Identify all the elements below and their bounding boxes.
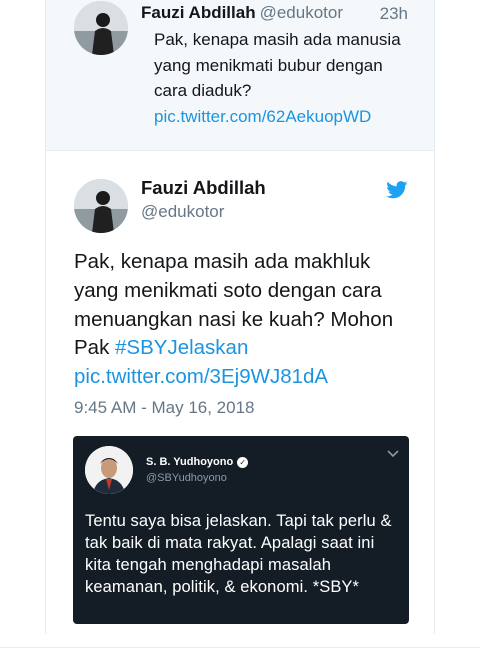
reply-header: Fauzi Abdillah @edukotor xyxy=(141,3,343,23)
reply-pic-link[interactable]: pic.twitter.com/62AekuopWD xyxy=(154,107,371,126)
reply-author-handle[interactable]: @edukotor xyxy=(260,3,343,22)
sby-tweet-text: Tentu saya bisa jelaskan. Tapi tak perlu… xyxy=(85,512,392,596)
chevron-down-icon xyxy=(387,450,399,458)
reply-time-ago[interactable]: 23h xyxy=(380,4,408,24)
main-tweet-text: Pak, kenapa masih ada makhluk yang menik… xyxy=(74,248,414,392)
reply-tweet[interactable]: Fauzi Abdillah @edukotor 23h Pak, kenapa … xyxy=(46,0,434,151)
reply-tweet-text: Pak, kenapa masih ada manusia yang menik… xyxy=(154,27,414,129)
main-pic-link[interactable]: pic.twitter.com/3Ej9WJ81dA xyxy=(74,365,328,388)
tweet-timestamp[interactable]: 9:45 AM - May 16, 2018 xyxy=(74,398,255,418)
reply-author-name[interactable]: Fauzi Abdillah xyxy=(141,3,256,22)
reply-author-avatar[interactable] xyxy=(74,1,128,55)
main-tweet: Fauzi Abdillah @edukotor Pak, kenapa mas… xyxy=(46,151,434,634)
sby-handle: @SBYudhoyono xyxy=(146,472,227,484)
main-author-avatar[interactable] xyxy=(74,179,128,233)
sby-name-text: S. B. Yudhoyono xyxy=(146,456,234,468)
twitter-bird-icon[interactable] xyxy=(386,181,408,199)
sby-name: S. B. Yudhoyono ✓ xyxy=(146,456,249,468)
reply-text-body: Pak, kenapa masih ada manusia yang menik… xyxy=(154,30,401,100)
verified-badge-icon: ✓ xyxy=(237,457,249,468)
tweet-feed: Fauzi Abdillah @edukotor 23h Pak, kenapa … xyxy=(45,0,435,634)
main-author-name[interactable]: Fauzi Abdillah xyxy=(141,177,266,199)
embedded-tweet-image[interactable]: S. B. Yudhoyono ✓ @SBYudhoyono Tentu saya… xyxy=(73,436,409,624)
divider xyxy=(0,647,480,648)
sby-avatar xyxy=(85,446,133,494)
hashtag-link[interactable]: #SBYJelaskan xyxy=(115,336,248,359)
main-author-handle[interactable]: @edukotor xyxy=(141,202,224,222)
